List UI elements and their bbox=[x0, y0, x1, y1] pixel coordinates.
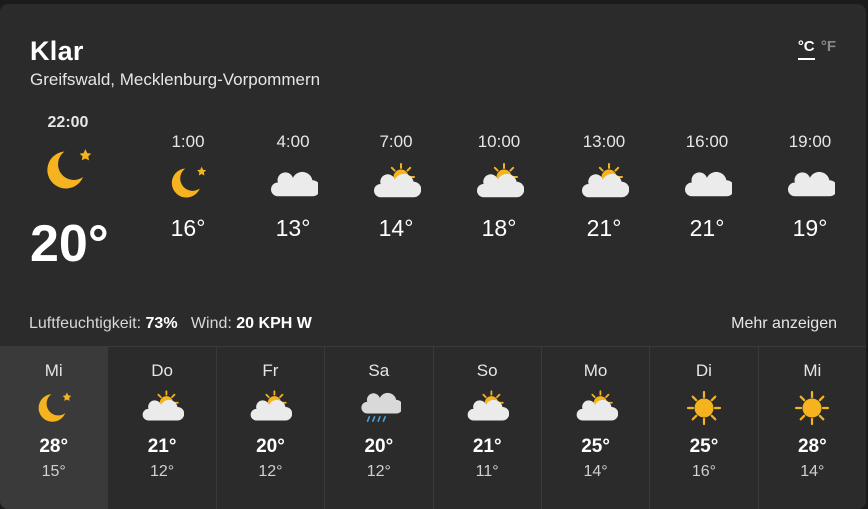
day-item[interactable]: So 21° 11° bbox=[434, 347, 542, 509]
hourly-temperature: 21° bbox=[586, 215, 622, 241]
hourly-item: 7:00 14° bbox=[358, 132, 434, 242]
day-high-temperature: 25° bbox=[581, 436, 610, 457]
hourly-temperature: 16° bbox=[170, 215, 206, 241]
day-name: So bbox=[476, 361, 498, 380]
day-name: Mi bbox=[44, 361, 63, 380]
day-item[interactable]: Mo 25° 14° bbox=[542, 347, 651, 509]
unit-fahrenheit-button[interactable]: °F bbox=[821, 38, 836, 55]
day-high-temperature: 20° bbox=[364, 436, 394, 457]
day-name: Di bbox=[695, 361, 712, 380]
day-low-temperature: 16° bbox=[691, 463, 717, 480]
show-more-link[interactable]: Mehr anzeigen bbox=[731, 315, 837, 333]
sun-cloud-icon bbox=[474, 163, 525, 203]
day-name: Mo bbox=[583, 361, 608, 380]
day-low-temperature: 14° bbox=[583, 463, 608, 480]
hourly-item: 1:00 16° bbox=[150, 132, 226, 242]
hourly-time: 1:00 bbox=[171, 132, 205, 151]
moon-star-icon bbox=[32, 389, 76, 427]
cloud-icon bbox=[682, 163, 735, 203]
sun-cloud-icon bbox=[371, 163, 422, 203]
day-low-temperature: 12° bbox=[149, 463, 175, 480]
weather-details: Luftfeuchtigkeit: 73% Wind: 20 KPH W bbox=[29, 315, 312, 333]
day-name: Fr bbox=[262, 361, 279, 380]
hourly-time: 7:00 bbox=[379, 132, 413, 151]
daily-forecast: Mi 28° 15° Do 21° 12° Fr 20° 12° Sa 20° … bbox=[0, 346, 866, 509]
hourly-item: 13:00 21° bbox=[566, 132, 642, 242]
day-item[interactable]: Do 21° 12° bbox=[108, 347, 217, 509]
sun-icon bbox=[790, 389, 834, 427]
day-item[interactable]: Fr 20° 12° bbox=[217, 347, 326, 509]
hourly-item: 16:00 21° bbox=[669, 132, 745, 242]
day-name: Sa bbox=[368, 361, 390, 380]
day-item[interactable]: Sa 20° 12° bbox=[325, 347, 434, 509]
day-high-temperature: 21° bbox=[147, 436, 177, 457]
sun-cloud-icon bbox=[465, 389, 510, 427]
sun-cloud-icon bbox=[248, 389, 293, 427]
day-high-temperature: 20° bbox=[256, 436, 285, 457]
hourly-temperature: 18° bbox=[481, 215, 517, 241]
day-high-temperature: 21° bbox=[472, 436, 502, 457]
current-time: 22:00 bbox=[47, 114, 89, 131]
unit-toggle: °C °F bbox=[797, 38, 836, 60]
moon-star-icon bbox=[39, 144, 97, 196]
current-weather: 22:00 20° bbox=[22, 114, 114, 273]
cloud-icon bbox=[785, 163, 838, 203]
current-temperature: 20° bbox=[30, 215, 109, 273]
day-item[interactable]: Mi 28° 15° bbox=[0, 347, 109, 509]
condition-title: Klar bbox=[30, 36, 84, 66]
hourly-time: 16:00 bbox=[685, 132, 729, 151]
hourly-temperature: 13° bbox=[275, 215, 311, 241]
hourly-time: 4:00 bbox=[276, 132, 310, 151]
moon-star-icon bbox=[163, 163, 213, 203]
day-high-temperature: 25° bbox=[689, 436, 719, 457]
hourly-temperature: 14° bbox=[378, 215, 414, 241]
day-low-temperature: 14° bbox=[800, 463, 825, 480]
sun-cloud-icon bbox=[140, 389, 185, 427]
humidity-value: 73% bbox=[145, 315, 178, 332]
wind-value: 20 KPH W bbox=[236, 315, 312, 332]
sun-cloud-icon bbox=[579, 163, 630, 203]
day-low-temperature: 12° bbox=[366, 463, 391, 480]
wind-label: Wind: bbox=[190, 315, 232, 332]
rain-cloud-icon bbox=[357, 389, 403, 427]
day-low-temperature: 15° bbox=[41, 463, 66, 480]
hourly-item: 4:00 13° bbox=[255, 132, 331, 242]
day-low-temperature: 11° bbox=[475, 463, 499, 480]
day-name: Do bbox=[151, 361, 173, 380]
hourly-time: 10:00 bbox=[477, 132, 521, 151]
humidity-label: Luftfeuchtigkeit: bbox=[29, 315, 142, 332]
location-label: Greifswald, Mecklenburg-Vorpommern bbox=[30, 70, 321, 89]
hourly-item: 19:00 19° bbox=[772, 132, 848, 242]
weather-card: Klar Greifswald, Mecklenburg-Vorpommern … bbox=[0, 4, 866, 509]
day-item[interactable]: Di 25° 16° bbox=[650, 347, 759, 509]
hourly-time: 13:00 bbox=[582, 132, 626, 151]
sun-icon bbox=[682, 389, 726, 427]
day-high-temperature: 28° bbox=[39, 436, 69, 457]
hourly-temperature: 19° bbox=[792, 215, 828, 241]
day-name: Mi bbox=[803, 361, 822, 380]
day-high-temperature: 28° bbox=[797, 436, 827, 457]
hourly-temperature: 21° bbox=[689, 215, 725, 241]
hourly-time: 19:00 bbox=[788, 132, 832, 151]
hourly-item: 10:00 18° bbox=[461, 132, 537, 242]
day-low-temperature: 12° bbox=[258, 463, 283, 480]
unit-celsius-button[interactable]: °C bbox=[797, 38, 815, 60]
cloud-icon bbox=[268, 163, 321, 203]
sun-cloud-icon bbox=[574, 389, 618, 427]
day-item[interactable]: Mi 28° 14° bbox=[759, 347, 866, 509]
